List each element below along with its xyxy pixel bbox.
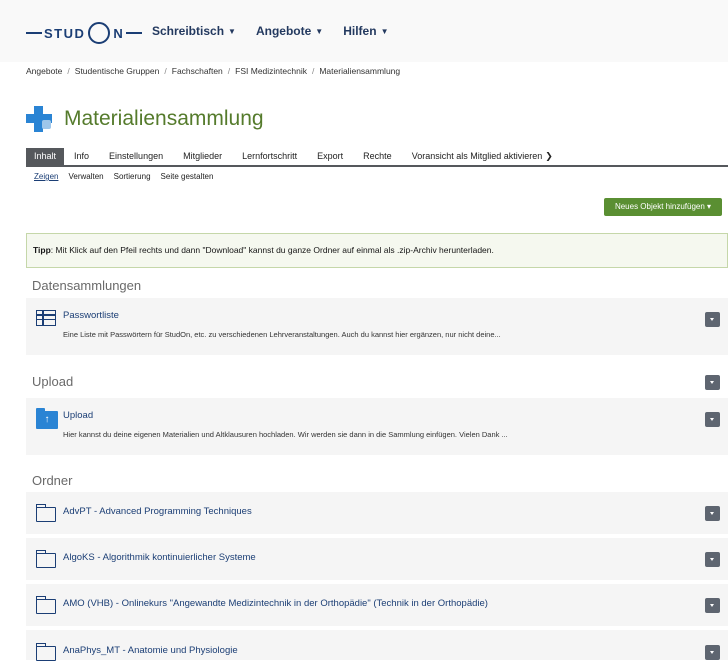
breadcrumb-item[interactable]: Angebote [26,66,62,76]
item-actions-dropdown[interactable] [705,552,720,567]
tip-box: Tipp: Mit Klick auf den Pfeil rechts und… [26,233,728,268]
folder-title[interactable]: AMO (VHB) - Onlinekurs "Angewandte Mediz… [63,598,488,609]
breadcrumb-separator: / [67,66,70,76]
table-icon [36,310,56,326]
breadcrumb-item[interactable]: Studentische Gruppen [75,66,160,76]
tab-einstellungen[interactable]: Einstellungen [99,148,173,165]
folder-title[interactable]: AdvPT - Advanced Programming Techniques [63,506,252,517]
subtab-sortierung[interactable]: Sortierung [114,172,151,181]
subtab-zeigen[interactable]: Zeigen [34,172,58,181]
breadcrumb-item[interactable]: FSI Medizintechnik [235,66,307,76]
item-actions-dropdown[interactable] [705,412,720,427]
folder-icon [35,596,56,614]
tab-bar: Inhalt Info Einstellungen Mitglieder Ler… [26,148,728,167]
folder-row: AlgoKS - Algorithmik kontinuierlicher Sy… [26,538,728,580]
top-navbar: STUD N Schreibtisch ▼ Angebote ▼ Hilfen ▼ [0,0,728,62]
breadcrumb-item[interactable]: Materialiensammlung [319,66,400,76]
nav-hilfen[interactable]: Hilfen ▼ [343,24,388,38]
tab-info[interactable]: Info [64,148,99,165]
folder-icon [35,550,56,568]
studon-logo[interactable]: STUD N [26,22,143,44]
tab-inhalt[interactable]: Inhalt [26,148,65,165]
folder-row: AdvPT - Advanced Programming Techniques [26,492,728,534]
folder-row: AnaPhys_MT - Anatomie und Physiologie [26,630,728,661]
logo-line-right [126,32,143,34]
caret-down-icon: ▼ [380,27,389,37]
add-object-button[interactable]: Neues Objekt hinzufügen ▾ [604,198,722,216]
item-description: Hier kannst du deine eigenen Materialien… [63,430,508,439]
logo-line-left [26,32,42,34]
nav-angebote[interactable]: Angebote ▼ [256,24,323,38]
item-title-upload[interactable]: Upload [63,410,93,421]
breadcrumb-separator: / [227,66,231,76]
sub-tabs: Zeigen Verwalten Sortierung Seite gestal… [34,172,213,181]
section-title-upload: Upload [32,374,74,389]
section-title-ordner: Ordner [32,473,73,488]
tab-rechte[interactable]: Rechte [353,148,402,165]
breadcrumb-separator: / [311,66,315,76]
tab-voransicht-label: Voransicht als Mitglied aktivieren [411,151,543,161]
subtab-seite-gestalten[interactable]: Seite gestalten [161,172,214,181]
nav-schreibtisch[interactable]: Schreibtisch ▼ [152,24,236,38]
page-header: Materialiensammlung [26,106,264,132]
main-nav: Schreibtisch ▼ Angebote ▼ Hilfen ▼ [152,24,388,38]
chevron-right-icon: ❯ [545,151,553,161]
upload-folder-icon: ↑ [36,408,58,429]
breadcrumb: Angebote / Studentische Gruppen / Fachschaft… [26,66,400,76]
tab-export[interactable]: Export [307,148,353,165]
nav-label: Angebote [255,24,312,38]
folder-icon [35,504,56,522]
tip-text: : Mit Klick auf den Pfeil rechts und dan… [50,245,494,255]
breadcrumb-item[interactable]: Fachschaften [172,66,223,76]
tip-label: Tipp [33,245,51,255]
item-actions-dropdown[interactable] [705,312,720,327]
item-description: Eine Liste mit Passwörtern für StudOn, e… [63,330,501,339]
list-item-passwortliste: Passwortliste Eine Liste mit Passwörtern… [26,298,728,355]
caret-down-icon: ▼ [315,27,324,37]
item-actions-dropdown[interactable] [705,598,720,613]
caret-down-icon: ▼ [228,27,236,37]
section-title-datensammlungen: Datensammlungen [32,278,142,293]
breadcrumb-separator: / [164,66,167,76]
logo-text-left: STUD [44,25,86,41]
folder-title[interactable]: AlgoKS - Algorithmik kontinuierlicher Sy… [63,552,256,563]
nav-label: Hilfen [343,24,377,38]
list-item-upload: ↑ Upload Hier kannst du deine eigenen Ma… [26,398,728,455]
nav-label: Schreibtisch [152,24,225,38]
folder-icon [35,643,56,661]
category-plus-icon [26,106,52,132]
tab-mitglieder[interactable]: Mitglieder [173,148,232,165]
page-title: Materialiensammlung [64,107,264,130]
logo-ring-icon [88,22,111,44]
subtab-verwalten[interactable]: Verwalten [68,172,103,181]
item-actions-dropdown[interactable] [705,645,720,660]
item-actions-dropdown[interactable] [705,506,720,521]
section-actions-dropdown[interactable] [705,375,720,390]
item-title-passwortliste[interactable]: Passwortliste [63,310,119,321]
tab-lernfortschritt[interactable]: Lernfortschritt [232,148,307,165]
tab-voransicht[interactable]: Voransicht als Mitglied aktivieren ❯ [402,148,563,165]
folder-row: AMO (VHB) - Onlinekurs "Angewandte Mediz… [26,584,728,626]
folder-title[interactable]: AnaPhys_MT - Anatomie und Physiologie [63,645,238,656]
logo-text-right: N [113,25,125,41]
